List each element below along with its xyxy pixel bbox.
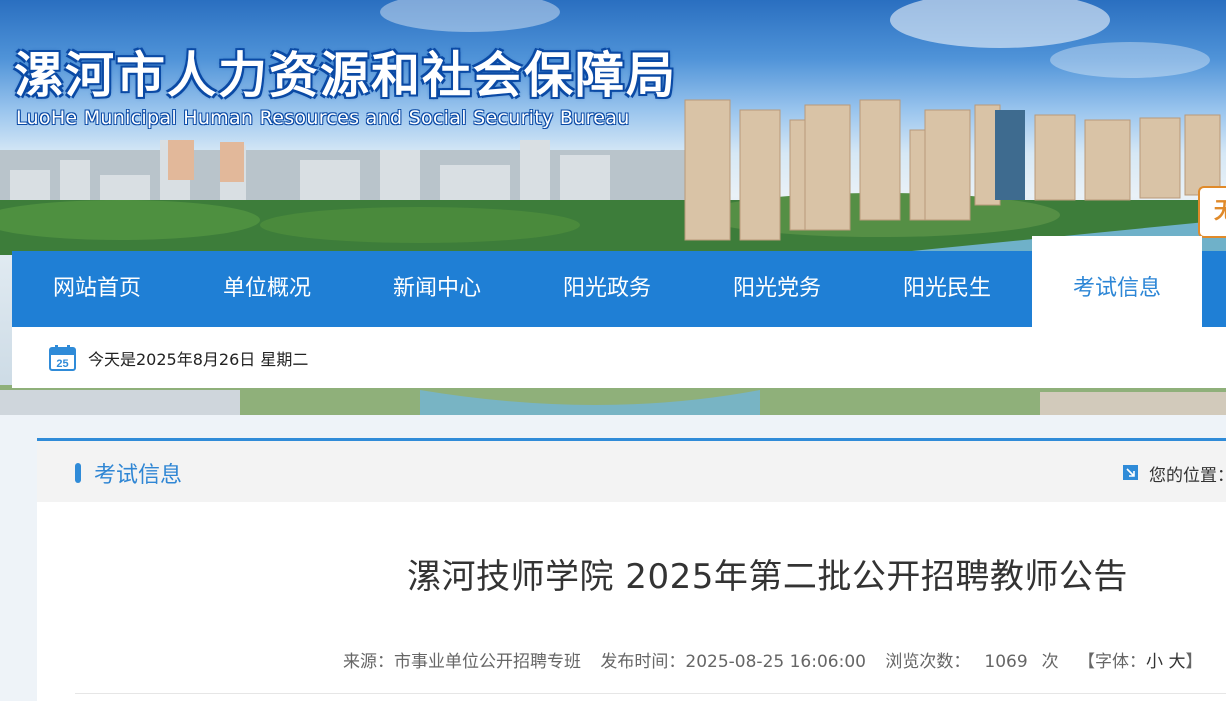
- content-panel: 考试信息 您的位置： 漯河技师学院 2025年第二批公开招聘教师公告 来源：市事…: [37, 438, 1226, 701]
- calendar-day: 25: [56, 358, 68, 370]
- nav-item-party-affairs[interactable]: 阳光党务: [692, 251, 862, 327]
- font-size-close: 】: [1185, 652, 1203, 672]
- meta-divider: [75, 693, 1226, 694]
- main-nav: 网站首页 单位概况 新闻中心 阳光政务 阳光党务 阳光民生 考试信息: [12, 236, 1226, 327]
- calendar-icon: 25: [49, 345, 76, 371]
- arrow-corner-icon: [1123, 465, 1138, 480]
- article-title: 漯河技师学院 2025年第二批公开招聘教师公告: [407, 557, 1128, 597]
- breadcrumb-label: 您的位置：: [1149, 466, 1226, 486]
- article-meta: 来源：市事业单位公开招聘专班 发布时间：2025-08-25 16:06:00 …: [343, 647, 1202, 672]
- font-size-switch: 【字体：小 大】: [1078, 652, 1202, 672]
- nav-item-home[interactable]: 网站首页: [12, 251, 182, 327]
- section-marker: [75, 463, 81, 483]
- today-date: 今天是2025年8月26日 星期二: [88, 350, 309, 369]
- bureau-name-en: LuoHe Municipal Human Resources and Soci…: [16, 107, 630, 129]
- side-float-button[interactable]: 无: [1198, 186, 1226, 238]
- font-size-label: 【字体：: [1078, 652, 1147, 672]
- section-header: 考试信息 您的位置：: [37, 441, 1226, 502]
- nav-item-exam-info[interactable]: 考试信息: [1032, 236, 1202, 327]
- bureau-name-cn: 漯河市人力资源和社会保障局: [14, 47, 678, 104]
- nav-item-government-affairs[interactable]: 阳光政务: [522, 251, 692, 327]
- publish-time: 发布时间：2025-08-25 16:06:00: [600, 652, 866, 672]
- font-large-link[interactable]: 大: [1168, 652, 1185, 672]
- nav-item-overview[interactable]: 单位概况: [182, 251, 352, 327]
- font-small-link[interactable]: 小: [1146, 652, 1163, 672]
- nav-item-livelihood[interactable]: 阳光民生: [862, 251, 1032, 327]
- date-bar: 25 今天是2025年8月26日 星期二: [12, 327, 1226, 388]
- section-title: 考试信息: [94, 463, 183, 488]
- view-count-value: 1069: [984, 652, 1028, 672]
- view-count-unit: 次: [1041, 652, 1059, 672]
- view-count: 浏览次数： 1069 次: [885, 652, 1058, 672]
- view-count-label: 浏览次数：: [885, 652, 971, 672]
- nav-item-news[interactable]: 新闻中心: [352, 251, 522, 327]
- article-source: 来源：市事业单位公开招聘专班: [343, 652, 581, 672]
